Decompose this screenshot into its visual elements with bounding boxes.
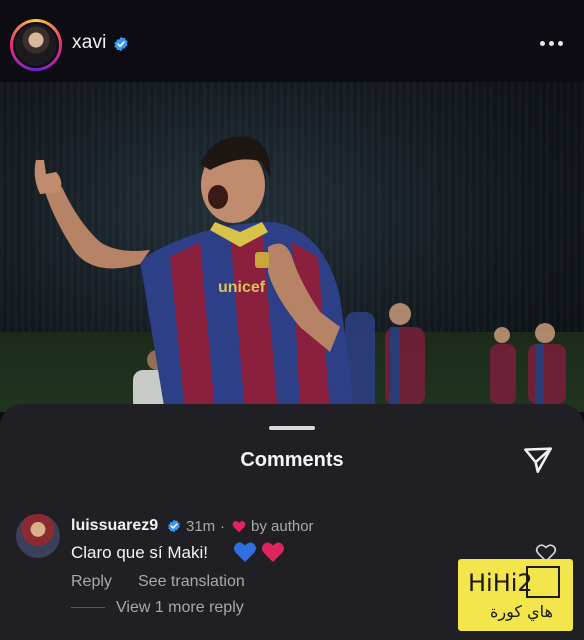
heart-icon xyxy=(232,520,246,533)
svg-text:unicef: unicef xyxy=(218,279,266,296)
blue-heart-icon xyxy=(234,542,256,562)
see-translation-button[interactable]: See translation xyxy=(138,573,245,591)
comment-username[interactable]: luissuarez9 xyxy=(71,517,158,535)
comment-text: Claro que sí Maki! xyxy=(71,543,208,562)
reply-button[interactable]: Reply xyxy=(71,573,112,591)
view-more-replies-button[interactable]: View 1 more reply xyxy=(116,599,244,617)
drag-handle[interactable] xyxy=(269,426,315,430)
celebrating-player-illustration: unicef xyxy=(34,136,566,412)
verified-badge-icon xyxy=(114,36,128,52)
post-photo[interactable]: unicef xyxy=(0,82,584,412)
comment-timestamp: 31m xyxy=(186,518,216,535)
send-icon[interactable] xyxy=(522,444,554,476)
replies-divider xyxy=(71,607,105,608)
red-heart-icon xyxy=(262,542,284,562)
story-ring[interactable] xyxy=(10,19,62,71)
profile-avatar[interactable] xyxy=(13,22,59,68)
watermark-arabic-text: هاي كورة xyxy=(490,602,553,621)
separator-dot: · xyxy=(220,518,225,535)
watermark-logo: HiHi2 هاي كورة xyxy=(458,559,573,631)
sheet-title: Comments xyxy=(240,449,344,471)
post-header: xavi xyxy=(0,0,584,82)
verified-badge-icon xyxy=(168,519,180,533)
commenter-avatar[interactable] xyxy=(16,514,60,558)
more-options-icon[interactable] xyxy=(540,34,566,52)
liked-by-author-label: by author xyxy=(251,518,314,535)
profile-username[interactable]: xavi xyxy=(72,32,107,54)
watermark-text: HiHi2 xyxy=(468,569,533,597)
